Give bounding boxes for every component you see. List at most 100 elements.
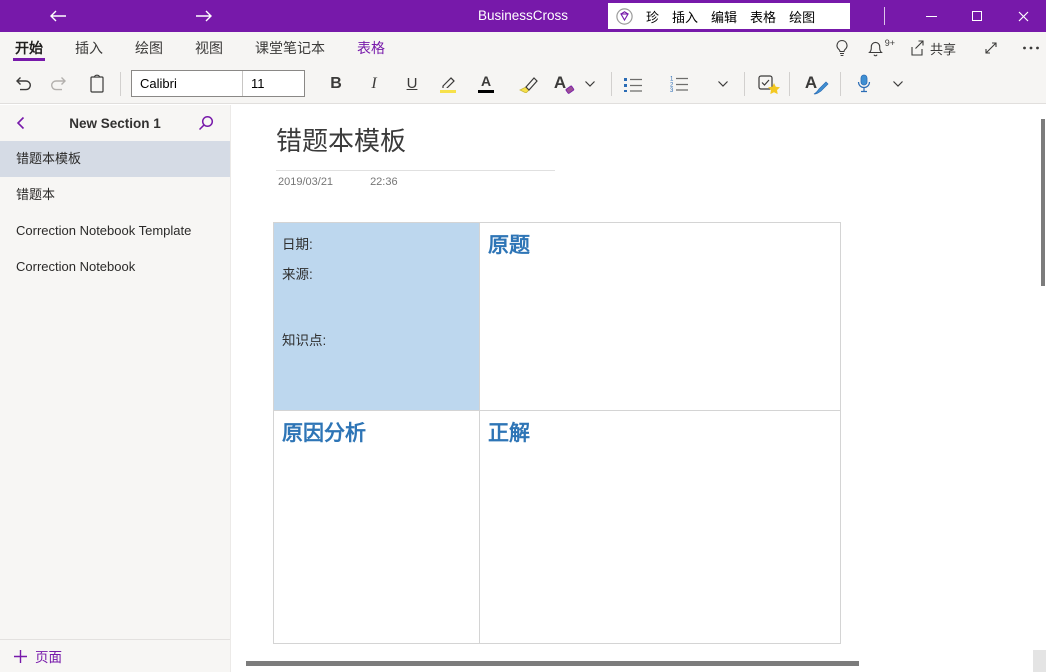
formatting-toolbar: B I U A A [0,64,1046,104]
italic-button[interactable]: I [361,68,387,100]
numbered-list-icon: 123 [669,75,689,92]
tab-table-contextual[interactable]: 表格 [357,32,385,64]
info-line-date: 日期: [282,233,471,253]
titlebar-divider [884,7,885,25]
tab-draw[interactable]: 绘图 [135,32,163,64]
table-cell-cause-analysis[interactable]: 原因分析 [274,411,480,644]
share-button[interactable]: 共享 [909,39,956,58]
toolbar-separator [840,72,841,96]
more-options-button[interactable] [1022,45,1040,51]
window-minimize-button[interactable] [908,0,954,32]
font-controls [131,70,305,97]
page-title[interactable]: 错题本模板 [276,121,406,158]
tab-insert[interactable]: 插入 [75,32,103,64]
share-label: 共享 [930,39,956,58]
app-title: BusinessCross [0,0,1046,32]
gem-icon [616,8,633,25]
share-icon [909,40,926,57]
table-cell-correct-answer[interactable]: 正解 [480,411,841,644]
window-close-button[interactable] [1000,0,1046,32]
horizontal-scrollbar[interactable] [246,661,859,666]
add-page-button[interactable]: 页面 [0,639,230,672]
page-meta: 2019/03/21 22:36 [278,176,398,188]
redo-button[interactable] [46,68,72,100]
clear-formatting-button[interactable]: A [547,68,573,100]
notifications-button[interactable]: 9+ [867,39,884,57]
undo-button[interactable] [10,68,36,100]
minimize-icon [926,16,937,17]
page-canvas[interactable]: 错题本模板 2019/03/21 22:36 日期: 来源: 知识点: 原题 原… [230,105,1046,672]
plus-icon [14,650,27,663]
page-list-item[interactable]: Correction Notebook Template [0,213,230,249]
fullscreen-button[interactable] [983,40,999,56]
undo-icon [13,75,33,92]
highlighter-icon [439,75,457,88]
ellipsis-icon [1022,45,1040,51]
tab-view[interactable]: 视图 [195,32,223,64]
info-line-source: 来源: [282,263,471,283]
search-icon [198,115,214,131]
vertical-scrollbar[interactable] [1041,119,1045,286]
resize-diagonal-icon [983,40,999,56]
microphone-icon [857,74,871,93]
scrollbar-corner [1033,650,1046,672]
add-page-label: 页面 [35,646,62,666]
mistake-template-table[interactable]: 日期: 来源: 知识点: 原题 原因分析 正解 [273,222,841,644]
bold-button[interactable]: B [323,68,349,100]
tag-todo-button[interactable] [753,68,779,100]
font-name-input[interactable] [132,71,242,96]
table-cell-original-question[interactable]: 原题 [480,223,841,411]
page-time: 22:36 [370,176,398,188]
page-date: 2019/03/21 [278,176,333,188]
font-options-dropdown[interactable] [577,68,603,100]
dictate-button[interactable] [851,68,877,100]
page-list-item[interactable]: 错题本 [0,177,230,213]
styles-button[interactable]: A [798,68,824,100]
tell-me-button[interactable] [834,39,850,57]
ime-language-bar[interactable]: 珍 插入 编辑 表格 绘图 [608,3,850,29]
font-size-input[interactable] [242,71,304,96]
maximize-icon [972,11,982,21]
chevron-left-icon [16,116,25,130]
tab-class-notebook[interactable]: 课堂笔记本 [255,32,325,64]
clipboard-icon [89,74,105,93]
page-list-item[interactable]: Correction Notebook [0,249,230,285]
table-cell-info[interactable]: 日期: 来源: 知识点: [274,223,480,411]
notification-badge: 9+ [885,38,895,48]
page-list-item[interactable]: 错题本模板 [0,141,230,177]
paste-button[interactable] [84,68,110,100]
window-maximize-button[interactable] [954,0,1000,32]
todo-tag-icon [758,75,775,92]
lightbulb-icon [834,39,850,57]
onenote-window: BusinessCross 珍 插入 编辑 表格 绘图 [0,0,1046,672]
info-line-knowledge: 知识点: [282,329,471,349]
close-icon [1018,11,1029,22]
bulleted-list-button[interactable] [620,68,646,100]
font-color-swatch [478,90,494,93]
search-button[interactable] [194,105,218,141]
format-painter-button[interactable] [515,68,541,100]
ime-item-insert[interactable]: 插入 [672,7,698,26]
highlight-color-swatch [440,90,456,93]
paragraph-options-dropdown[interactable] [710,68,736,100]
tab-home[interactable]: 开始 [15,32,43,64]
title-underline [276,170,555,171]
ime-item-edit[interactable]: 编辑 [711,7,737,26]
underline-button[interactable]: U [399,68,425,100]
numbered-list-button[interactable]: 123 [666,68,692,100]
page-list: 错题本模板 错题本 Correction Notebook Template C… [0,141,230,285]
ime-item-table[interactable]: 表格 [750,7,776,26]
bulleted-list-icon [623,76,643,92]
ime-item-candidate[interactable]: 珍 [646,7,659,26]
ribbon-tab-bar: 开始 插入 绘图 视图 课堂笔记本 表格 9+ [0,32,1046,64]
ime-item-draw[interactable]: 绘图 [789,7,815,26]
toolbar-separator [744,72,745,96]
font-color-letter: A [481,75,491,88]
dictate-options-dropdown[interactable] [885,68,911,100]
font-color-button[interactable]: A [473,68,499,100]
toolbar-separator [611,72,612,96]
highlight-button[interactable] [435,68,461,100]
redo-icon [49,75,69,92]
chevron-down-icon [717,80,729,88]
back-to-sections-button[interactable] [8,105,32,141]
